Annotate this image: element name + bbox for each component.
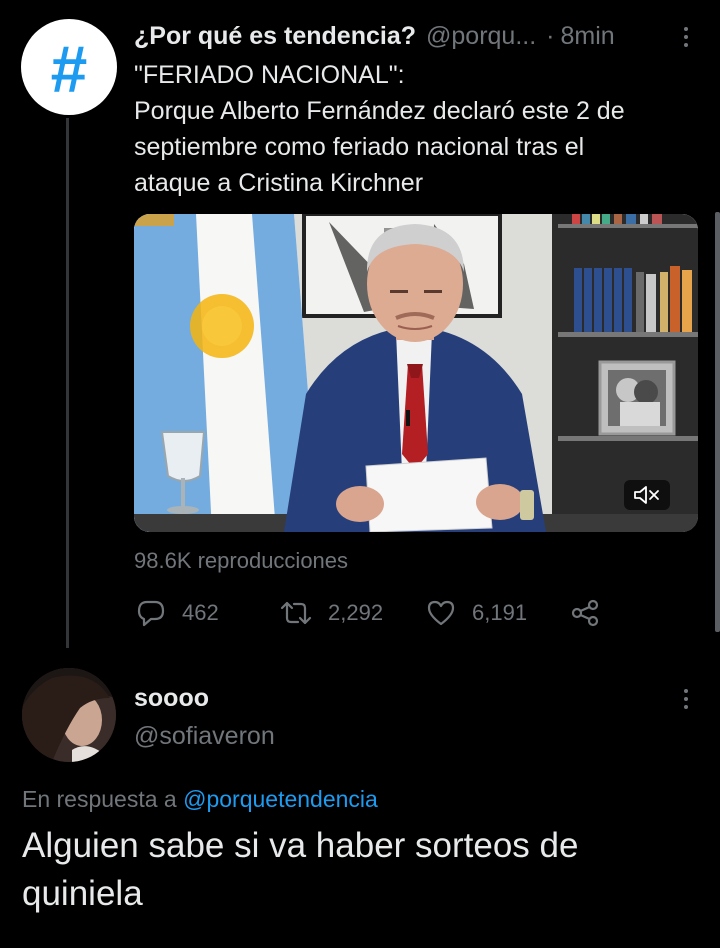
hashtag-icon: # — [50, 32, 88, 106]
mute-button[interactable] — [624, 480, 670, 510]
like-count: 6,191 — [472, 600, 528, 625]
tweet-text-line: "FERIADO NACIONAL": — [134, 61, 405, 89]
tweet-text-line: septiembre como feriado nacional tras el — [134, 133, 585, 161]
reply-text: Alguien sabe si va haber sorteos de quin… — [22, 822, 712, 918]
author-avatar[interactable]: # — [21, 19, 117, 115]
retweet-button[interactable]: 2,292 — [280, 594, 383, 632]
view-count: 98.6K reproducciones — [134, 548, 349, 573]
tweet-header: ¿Por qué es tendencia? @porqu... · 8min — [134, 18, 694, 54]
more-options-icon[interactable] — [678, 24, 694, 50]
tweet-timestamp[interactable]: 8min — [561, 22, 615, 51]
tweet-text: "FERIADO NACIONAL": Porque Alberto Ferná… — [134, 57, 709, 201]
reply-count: 462 — [182, 600, 219, 625]
mute-icon — [634, 486, 659, 504]
reply-author-handle[interactable]: @sofiaveron — [134, 722, 275, 751]
like-button[interactable]: 6,191 — [426, 594, 527, 632]
like-icon — [427, 600, 455, 626]
video-frame-illustration — [134, 214, 698, 532]
reply-author-name[interactable]: soooo — [134, 684, 209, 713]
in-reply-prefix: En respuesta a — [22, 786, 177, 812]
reply-author-avatar[interactable] — [22, 668, 116, 762]
share-button[interactable] — [570, 594, 600, 632]
header-separator: · — [546, 21, 555, 50]
author-name[interactable]: ¿Por qué es tendencia? — [134, 22, 416, 51]
thread-connector-line — [66, 118, 69, 648]
in-reply-mention-link[interactable]: @porquetendencia — [183, 786, 378, 812]
profile-photo — [22, 668, 116, 762]
tweet-text-line: ataque a Cristina Kirchner — [134, 169, 424, 197]
reply-more-options-icon[interactable] — [678, 686, 694, 712]
reply-button[interactable]: 462 — [136, 594, 219, 632]
reply-icon — [137, 600, 165, 627]
scrollbar[interactable] — [715, 212, 720, 632]
tweet-text-line: Porque Alberto Fernández declaró este 2 … — [134, 97, 625, 125]
retweet-icon — [280, 601, 312, 625]
reply-text-line: Alguien sabe si va haber sorteos de — [22, 826, 579, 865]
author-handle[interactable]: @porqu... — [426, 22, 536, 51]
tweet-video[interactable] — [134, 214, 698, 532]
retweet-count: 2,292 — [328, 600, 384, 625]
in-reply-to: En respuesta a @porquetendencia — [22, 786, 378, 813]
tweet-action-bar: 462 2,292 6,191 — [134, 594, 614, 632]
share-icon — [571, 599, 599, 627]
reply-text-line: quiniela — [22, 874, 143, 913]
